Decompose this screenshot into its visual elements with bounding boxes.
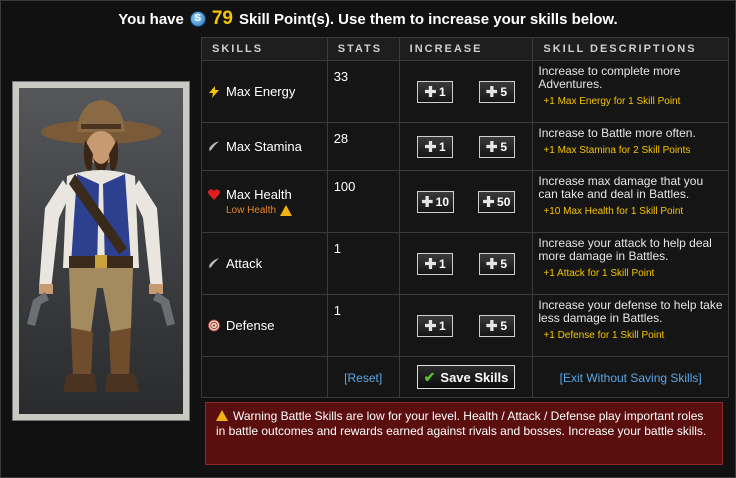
skill-description: Increase to complete more Adventures. <box>538 64 681 91</box>
column-header-descriptions: SKILL DESCRIPTIONS <box>532 37 729 61</box>
skill-stat-value: 1 <box>326 294 400 357</box>
checkmark-icon: ✔ <box>423 368 436 385</box>
skill-name: Defense <box>226 318 275 333</box>
reset-link[interactable]: [Reset] <box>344 371 382 385</box>
skill-stat-value: 33 <box>326 60 400 123</box>
plus-icon <box>424 141 436 152</box>
increase-defense-small-button[interactable]: 1 <box>417 314 454 337</box>
plus-icon <box>486 258 498 269</box>
warning-text: Warning Battle Skills are low for your l… <box>216 409 707 438</box>
skill-stat-value: 1 <box>326 232 400 295</box>
skill-bonus: +1 Defense for 1 Skill Point <box>543 330 665 341</box>
skill-description: Increase max damage that you can take an… <box>538 174 704 201</box>
increase-max-stamina-large-button[interactable]: 5 <box>478 135 515 158</box>
increase-max-energy-large-button[interactable]: 5 <box>478 80 515 103</box>
battle-skills-warning-box: Warning Battle Skills are low for your l… <box>205 402 723 465</box>
skill-stat-value: 100 <box>326 170 400 233</box>
warning-icon <box>280 205 293 216</box>
warning-icon <box>216 410 228 421</box>
plus-icon <box>486 141 498 152</box>
skill-bonus: +10 Max Health for 1 Skill Point <box>543 206 684 217</box>
skill-bonus: +1 Attack for 1 Skill Point <box>543 268 655 279</box>
skill-bonus: +1 Max Stamina for 2 Skill Points <box>543 145 691 156</box>
plus-icon <box>486 86 498 97</box>
increase-attack-large-button[interactable]: 5 <box>478 252 515 275</box>
skill-points-header: You have S 79 Skill Point(s). Use them t… <box>1 1 735 37</box>
header-prefix: You have <box>118 10 184 28</box>
skill-points-count: 79 <box>211 8 233 29</box>
plus-icon <box>421 196 433 207</box>
table-row-attack: Attack 1 1 5 Increase your attack to hel… <box>201 232 729 295</box>
heart-icon <box>208 189 220 201</box>
table-footer-row: [Reset] ✔ Save Skills [Exit Without Savi… <box>201 356 729 398</box>
table-row-max-health: Max Health Low Health 100 10 50 Increase… <box>201 170 729 233</box>
column-header-skills: SKILLS <box>201 37 328 61</box>
skills-panel: You have S 79 Skill Point(s). Use them t… <box>0 0 736 478</box>
plus-icon <box>424 86 436 97</box>
header-suffix: Skill Point(s). Use them to increase you… <box>238 10 618 28</box>
character-portrait <box>13 82 189 420</box>
table-header-row: SKILLS STATS INCREASE SKILL DESCRIPTIONS <box>201 37 729 61</box>
plus-icon <box>483 196 495 207</box>
skill-name: Attack <box>226 256 263 271</box>
skill-description: Increase your defense to help take less … <box>538 298 723 325</box>
increase-max-health-large-button[interactable]: 50 <box>478 190 516 213</box>
increase-max-energy-small-button[interactable]: 1 <box>417 80 454 103</box>
sword-icon <box>208 141 220 153</box>
column-header-increase: INCREASE <box>398 37 534 61</box>
skill-bonus: +1 Max Energy for 1 Skill Point <box>543 96 681 107</box>
table-row-max-energy: Max Energy 33 1 5 Increase to complete m… <box>201 60 729 123</box>
increase-max-stamina-small-button[interactable]: 1 <box>417 135 454 158</box>
skill-point-coin-icon: S <box>189 11 206 27</box>
skill-name: Max Energy <box>226 84 296 99</box>
skill-description: Increase your attack to help deal more d… <box>538 236 712 263</box>
table-row-defense: Defense 1 1 5 Increase your defense to h… <box>201 294 729 357</box>
lightning-icon <box>208 85 220 98</box>
increase-max-health-small-button[interactable]: 10 <box>416 190 454 213</box>
skill-description: Increase to Battle more often. <box>538 126 696 140</box>
exit-without-saving-link[interactable]: [Exit Without Saving Skills] <box>560 371 702 385</box>
target-icon <box>208 319 220 332</box>
increase-attack-small-button[interactable]: 1 <box>417 252 454 275</box>
skill-name: Max Stamina <box>226 139 302 154</box>
skills-table: SKILLS STATS INCREASE SKILL DESCRIPTIONS… <box>201 37 729 398</box>
low-health-warning: Low Health <box>226 205 326 216</box>
cowboy-gunslinger-illustration <box>27 100 175 392</box>
column-header-stats: STATS <box>326 37 400 61</box>
increase-defense-large-button[interactable]: 5 <box>478 314 515 337</box>
save-skills-button[interactable]: ✔ Save Skills <box>416 365 516 389</box>
plus-icon <box>424 320 436 331</box>
skill-name: Max Health <box>226 187 292 202</box>
skill-stat-value: 28 <box>326 122 400 171</box>
plus-icon <box>424 258 436 269</box>
plus-icon <box>486 320 498 331</box>
table-row-max-stamina: Max Stamina 28 1 5 Increase to Battle mo… <box>201 122 729 171</box>
sword-icon <box>208 258 220 270</box>
